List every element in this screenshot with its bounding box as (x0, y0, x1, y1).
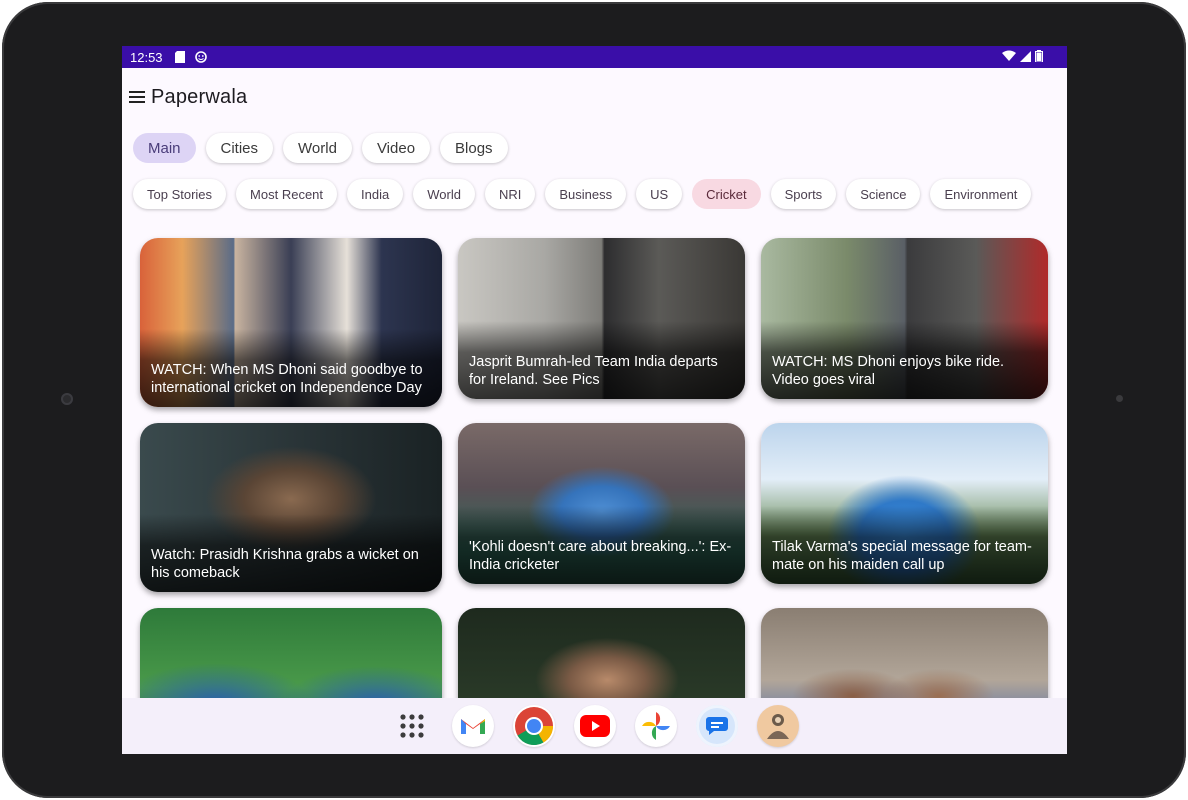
category-tabs: Top Stories Most Recent India World NRI … (133, 179, 1032, 209)
sensor-dot (1116, 395, 1123, 402)
chrome-icon[interactable] (512, 705, 555, 747)
category-label: US (650, 186, 669, 202)
tab-video[interactable]: Video (361, 133, 431, 163)
category-label: Most Recent (250, 186, 324, 202)
photos-icon[interactable] (634, 705, 677, 747)
avatar-app-icon[interactable] (756, 705, 799, 747)
face-icon (194, 51, 207, 63)
category-label: Top Stories (147, 186, 213, 202)
screen: 12:53 Paperwala Main Cities World Video … (122, 46, 1067, 754)
news-card[interactable]: WATCH: MS Dhoni enjoys bike ride. Video … (761, 238, 1048, 399)
category-us[interactable]: US (636, 179, 683, 209)
signal-icon (1020, 50, 1031, 65)
messages-icon[interactable] (695, 705, 738, 747)
category-india[interactable]: India (347, 179, 404, 209)
category-label: Science (860, 186, 907, 202)
tab-cities[interactable]: Cities (205, 133, 274, 163)
category-label: World (427, 186, 461, 202)
tab-label: Cities (220, 139, 259, 157)
front-camera (61, 393, 73, 405)
tab-label: Blogs (455, 139, 493, 157)
news-caption: Watch: Prasidh Krishna grabs a wicket on… (151, 547, 419, 581)
main-tabs: Main Cities World Video Blogs (133, 133, 508, 163)
category-business[interactable]: Business (545, 179, 627, 209)
status-time: 12:53 (130, 49, 163, 65)
news-caption: WATCH: When MS Dhoni said goodbye to int… (151, 362, 423, 396)
category-science[interactable]: Science (846, 179, 921, 209)
news-card[interactable]: WATCH: When MS Dhoni said goodbye to int… (140, 238, 442, 407)
category-environment[interactable]: Environment (930, 179, 1032, 209)
news-caption: 'Kohli doesn't care about breaking...': … (469, 539, 732, 573)
news-card[interactable]: Jasprit Bumrah-led Team India departs fo… (458, 238, 745, 399)
tab-blogs[interactable]: Blogs (440, 133, 508, 163)
tab-main[interactable]: Main (133, 133, 196, 163)
category-nri[interactable]: NRI (484, 179, 536, 209)
app-dock (122, 698, 1067, 754)
news-card[interactable]: Tilak Varma's special message for team-m… (761, 423, 1048, 584)
status-bar: 12:53 (122, 46, 1067, 68)
app-title: Paperwala (151, 85, 248, 108)
gmail-icon[interactable] (451, 705, 494, 747)
news-caption: Tilak Varma's special message for team-m… (772, 539, 1032, 573)
app-bar: Paperwala (122, 68, 1067, 126)
battery-icon (1035, 50, 1043, 65)
news-card[interactable]: 'Kohli doesn't care about breaking...': … (458, 423, 745, 584)
category-label: Cricket (706, 186, 747, 202)
news-caption: Jasprit Bumrah-led Team India departs fo… (469, 354, 718, 388)
hamburger-menu-icon[interactable] (129, 91, 145, 103)
category-label: Sports (784, 186, 823, 202)
category-world[interactable]: World (413, 179, 475, 209)
tab-label: Main (148, 139, 181, 157)
news-caption: WATCH: MS Dhoni enjoys bike ride. Video … (772, 354, 1005, 388)
wifi-icon (1002, 50, 1016, 65)
tab-world[interactable]: World (283, 133, 352, 163)
tab-label: Video (376, 139, 416, 157)
category-label: Environment (944, 186, 1018, 202)
category-label: NRI (498, 186, 522, 202)
category-label: India (361, 186, 390, 202)
category-top-stories[interactable]: Top Stories (133, 179, 227, 209)
category-sports[interactable]: Sports (770, 179, 837, 209)
sd-card-icon (174, 51, 185, 63)
news-card[interactable]: Watch: Prasidh Krishna grabs a wicket on… (140, 423, 442, 592)
tab-label: World (298, 139, 337, 157)
category-label: Business (559, 186, 613, 202)
apps-grid-icon[interactable] (391, 705, 433, 747)
category-most-recent[interactable]: Most Recent (236, 179, 338, 209)
category-cricket[interactable]: Cricket (692, 179, 761, 209)
youtube-icon[interactable] (573, 705, 616, 747)
